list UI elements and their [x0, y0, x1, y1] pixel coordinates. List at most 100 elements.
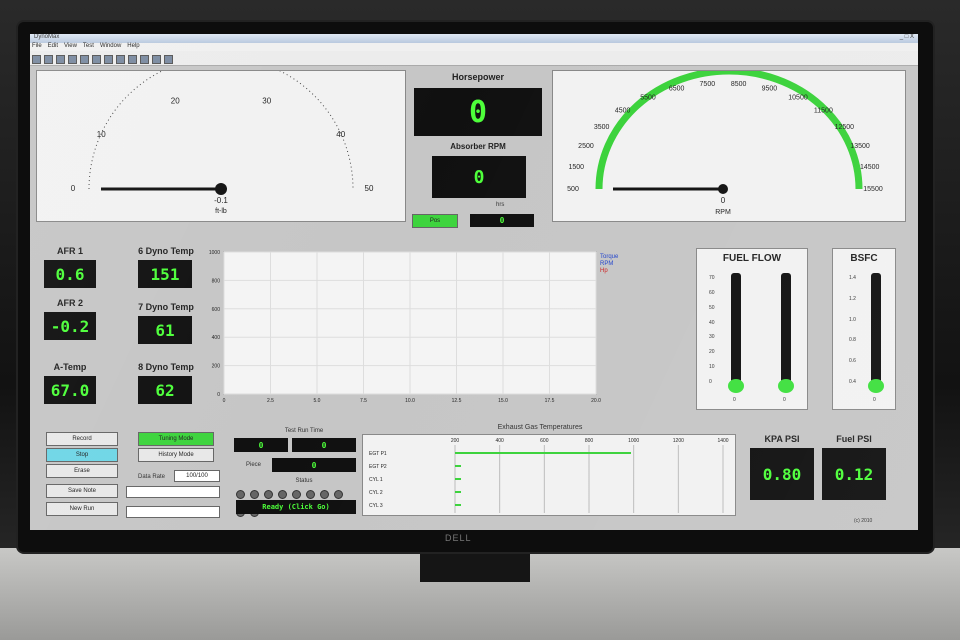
run-note-input[interactable]	[126, 486, 220, 498]
bsfc-title: BSFC	[850, 253, 878, 264]
record-button[interactable]: Record	[46, 432, 118, 446]
afr2-label: AFR 2	[56, 298, 83, 308]
plot-x-tick: 0	[223, 398, 226, 404]
a-temp-label: A-Temp	[53, 362, 87, 372]
egt-scale-label: 1200	[673, 438, 684, 444]
torque-gauge-arc	[88, 56, 354, 190]
run-select-input[interactable]	[126, 506, 220, 518]
bsfc-ticks-label: 0.6	[849, 358, 856, 365]
afr1-value: 0.6	[44, 260, 96, 288]
bsfc-ticks-label: 1.4	[849, 275, 856, 281]
plot-x-tick: 7.5	[360, 398, 367, 404]
status-led-icon	[250, 490, 259, 499]
bsfc-panel: BSFC 0 1.4 1.2 1.0 0.8 0.6 0.4	[832, 248, 896, 410]
toolbar	[30, 51, 918, 66]
save-note-button[interactable]: Save Note	[46, 484, 118, 498]
help-icon[interactable]	[164, 55, 173, 64]
fuel-flow-bulb-a	[728, 379, 744, 393]
menu-test[interactable]: Test	[83, 43, 94, 49]
tuning-mode-button[interactable]: Tuning Mode	[138, 432, 214, 446]
run-plot: 1000 800 600 400 200 0 0 2.5 5.0 7.5 10.0 12.5 15.0…	[200, 246, 640, 410]
fuel-flow-tube-a	[731, 273, 741, 383]
menu-bar: File Edit View Test Window Help	[30, 43, 918, 51]
rpm-gauge-arc	[595, 67, 863, 190]
fuel-flow-bulb-b	[778, 379, 794, 393]
plot-x-tick: 2.5	[267, 398, 274, 404]
egt-row-label: CYL 3	[369, 503, 383, 509]
new-icon[interactable]	[32, 55, 41, 64]
dyno-temp-6-label: 6 Dyno Temp	[138, 246, 194, 256]
fuel-flow-readout-a: 0	[733, 397, 736, 403]
ff-ticks-label: 10	[709, 364, 715, 371]
window-title: DynoMax	[34, 34, 60, 40]
rpm-readout: 0	[721, 196, 726, 205]
rpm-tick-label: 13500	[850, 143, 870, 150]
dyno-temp-8-value: 62	[138, 376, 192, 404]
plot-x-tick: 15.0	[498, 398, 508, 404]
egt-scale-label: 1000	[628, 438, 639, 444]
legend-hp: Hp	[600, 268, 608, 274]
afr1-label: AFR 1	[56, 246, 83, 256]
fuel-flow-title: FUEL FLOW	[722, 253, 782, 264]
window-controls[interactable]: _ □ X	[900, 34, 914, 40]
ff-ticks-label: 30	[709, 334, 715, 341]
settings-icon[interactable]	[152, 55, 161, 64]
stop-button[interactable]: Stop	[46, 448, 118, 462]
menu-window[interactable]: Window	[100, 43, 121, 49]
rpm-gauge-panel: 500 1500 2500 3500 4500 5500 6500 7500 8500 9500 1…	[552, 67, 906, 222]
horsepower-value: 0	[414, 88, 542, 136]
plot-x-tick: 12.5	[452, 398, 462, 404]
torque-tick-label: 40	[336, 130, 345, 139]
egt-title: Exhaust Gas Temperatures	[497, 424, 583, 431]
egt-scale-label: 400	[495, 438, 504, 444]
erase-button[interactable]: Erase	[46, 464, 118, 478]
monitor-brand-logo: DELL	[445, 533, 472, 543]
plot-y-tick: 600	[212, 307, 221, 313]
pos-indicator[interactable]: Pos	[412, 214, 458, 228]
paste-icon[interactable]	[104, 55, 113, 64]
plot-y-tick: 1000	[209, 250, 220, 256]
fuel-psi-title: Fuel PSI	[836, 434, 872, 444]
ff-ticks-label: 0	[709, 379, 712, 385]
save-icon[interactable]	[56, 55, 65, 64]
menu-view[interactable]: View	[64, 43, 77, 49]
rpm-tick-label: 12500	[835, 124, 855, 131]
menu-help[interactable]: Help	[127, 43, 139, 49]
open-icon[interactable]	[44, 55, 53, 64]
menu-file[interactable]: File	[32, 43, 42, 49]
status-leds	[236, 486, 356, 517]
torque-tick-label: 30	[262, 97, 271, 106]
egt-scale-label: 200	[451, 438, 460, 444]
status-value: Ready (Click Go)	[236, 500, 356, 514]
piece-label: Piece	[246, 462, 262, 468]
history-mode-button[interactable]: History Mode	[138, 448, 214, 462]
plot-x-tick: 5.0	[314, 398, 321, 404]
bsfc-ticks-label: 0.8	[849, 337, 856, 344]
bsfc-ticks-label: 1.2	[849, 295, 856, 302]
rpm-tick-label: 5500	[640, 95, 656, 102]
window-titlebar: DynoMax _ □ X	[30, 34, 918, 43]
fuel-flow-panel: FUEL FLOW 0 0 70 60 50 40 30 20 10 0	[696, 248, 808, 410]
data-rate-input[interactable]: 100/100	[174, 470, 220, 482]
undo-icon[interactable]	[116, 55, 125, 64]
zoom-icon[interactable]	[128, 55, 137, 64]
egt-scale-label: 600	[540, 438, 549, 444]
rpm-tick-label: 10500	[788, 95, 808, 102]
cut-icon[interactable]	[80, 55, 89, 64]
bsfc-bulb	[868, 379, 884, 393]
rpm-tick-label: 3500	[594, 124, 610, 131]
rpm-tick-label: 9500	[762, 86, 778, 93]
rpm-tick-label: 7500	[700, 81, 716, 88]
test-run-title: Test Run Time	[284, 428, 324, 434]
chart-icon[interactable]	[140, 55, 149, 64]
legend-torque: Torque	[600, 254, 619, 260]
copy-icon[interactable]	[92, 55, 101, 64]
menu-edit[interactable]: Edit	[48, 43, 58, 49]
rpm-tick-label: 4500	[615, 108, 631, 115]
torque-tick-label: 0	[71, 184, 76, 193]
print-icon[interactable]	[68, 55, 77, 64]
new-run-button[interactable]: New Run	[46, 502, 118, 516]
bsfc-ticks-label: 0.4	[849, 379, 856, 385]
egt-row-label: EGT P1	[369, 451, 387, 457]
egt-row-label: CYL 1	[369, 477, 383, 483]
